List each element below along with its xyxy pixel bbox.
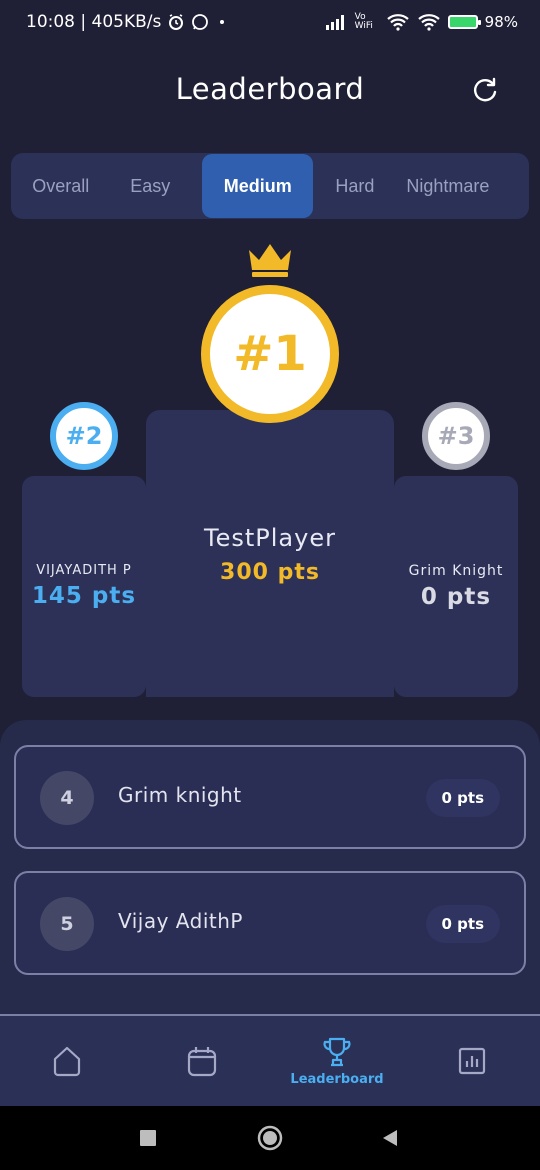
page-title: Leaderboard [175, 72, 365, 106]
list-item[interactable]: 4 Grim knight 0 pts [14, 745, 526, 849]
trophy-icon [323, 1037, 351, 1066]
rank-number: 5 [40, 897, 94, 951]
battery-icon [447, 15, 481, 29]
tab-medium[interactable]: Medium [202, 154, 314, 218]
status-time: 10:08 | 405KB/s [26, 12, 162, 32]
bottom-navigation: Leaderboard [0, 1014, 540, 1106]
wifi-icon-2 [417, 13, 441, 31]
nav-calendar[interactable] [162, 1016, 242, 1106]
calendar-icon [187, 1047, 217, 1077]
nav-home[interactable] [27, 1016, 107, 1106]
tab-hard[interactable]: Hard [313, 154, 396, 218]
third-player-points: 0 pts [420, 584, 492, 610]
vowifi-label: Vo WiFi [354, 12, 373, 31]
home-icon [53, 1046, 81, 1077]
header: Leaderboard [0, 60, 540, 122]
dot-icon [215, 15, 229, 29]
square-icon [140, 1130, 156, 1146]
player-name: Vijay AdithP [118, 909, 243, 933]
tab-overall[interactable]: Overall [23, 154, 98, 218]
podium-first [146, 410, 394, 697]
alarm-icon [167, 13, 185, 31]
tab-nightmare[interactable]: Nightmare [396, 154, 529, 218]
rank-number: 4 [40, 771, 94, 825]
second-player-points: 145 pts [31, 583, 137, 609]
status-bar: 10:08 | 405KB/s Vo WiFi 98% [0, 0, 540, 44]
points-badge: 0 pts [425, 905, 500, 943]
whatsapp-icon [191, 13, 209, 31]
rank-badge-third: #3 [422, 402, 490, 470]
rank-badge-first: #1 [201, 285, 339, 423]
circle-icon [257, 1125, 283, 1151]
nav-stats[interactable] [432, 1016, 512, 1106]
tab-easy[interactable]: Easy [98, 154, 202, 218]
system-navigation-bar [0, 1106, 540, 1170]
back-triangle-icon [383, 1130, 397, 1146]
nav-leaderboard-label: Leaderboard [290, 1071, 384, 1087]
recent-apps-button[interactable] [138, 1128, 158, 1152]
battery-percent: 98% [484, 13, 518, 31]
first-player-name: TestPlayer [204, 524, 336, 552]
difficulty-tabs: Overall Easy Medium Hard Nightmare [11, 153, 529, 219]
rank-badge-second: #2 [50, 402, 118, 470]
player-name: Grim knight [118, 783, 242, 807]
stats-icon [458, 1047, 486, 1075]
refresh-button[interactable] [470, 75, 500, 105]
home-system-button[interactable] [256, 1124, 284, 1156]
list-item[interactable]: 5 Vijay AdithP 0 pts [14, 871, 526, 975]
refresh-icon [474, 77, 497, 102]
second-player-name: VIJAYADITH P [36, 563, 132, 578]
nav-leaderboard[interactable]: Leaderboard [282, 1016, 392, 1106]
third-player-name: Grim Knight [408, 563, 504, 579]
first-player-points: 300 pts [220, 560, 320, 585]
points-badge: 0 pts [425, 779, 500, 817]
back-button[interactable] [380, 1128, 400, 1152]
signal-icon [325, 14, 348, 30]
wifi-icon [386, 13, 410, 31]
crown-icon [249, 244, 291, 277]
